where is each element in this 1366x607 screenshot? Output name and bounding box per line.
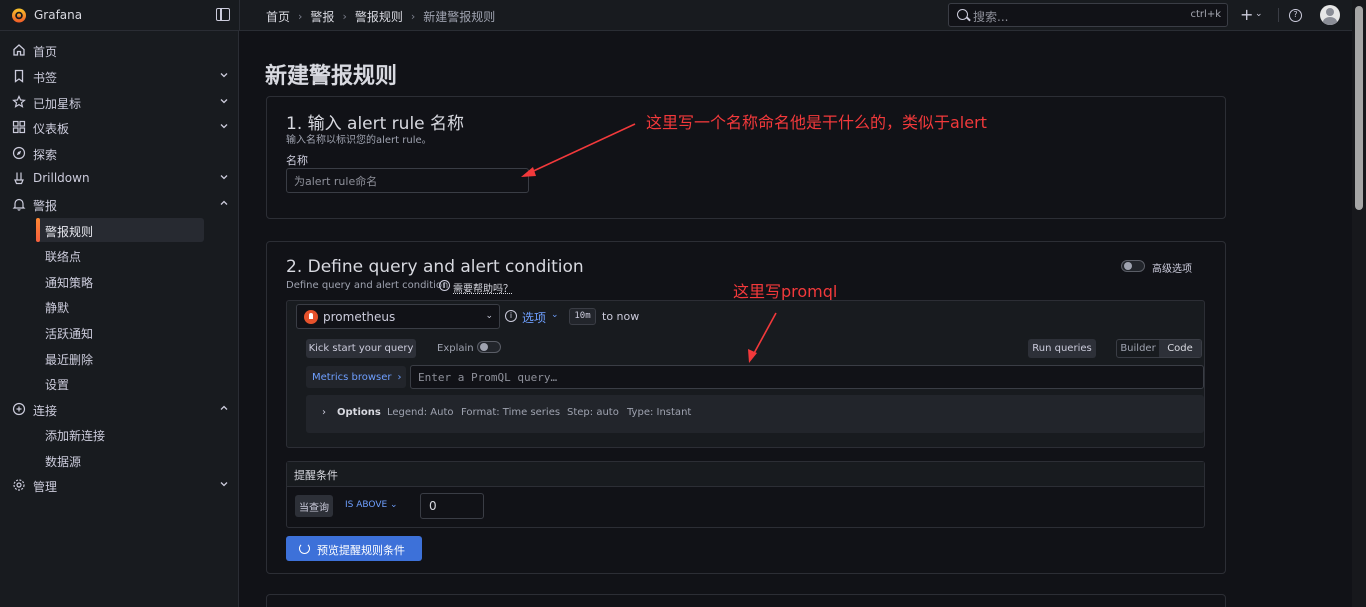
scrollbar-thumb[interactable] [1355, 6, 1363, 210]
annotation-arrows [521, 123, 777, 363]
page-scrollbar[interactable] [1352, 0, 1366, 607]
arrow-to-promql [748, 312, 777, 363]
arrow-to-name-input [521, 123, 636, 177]
